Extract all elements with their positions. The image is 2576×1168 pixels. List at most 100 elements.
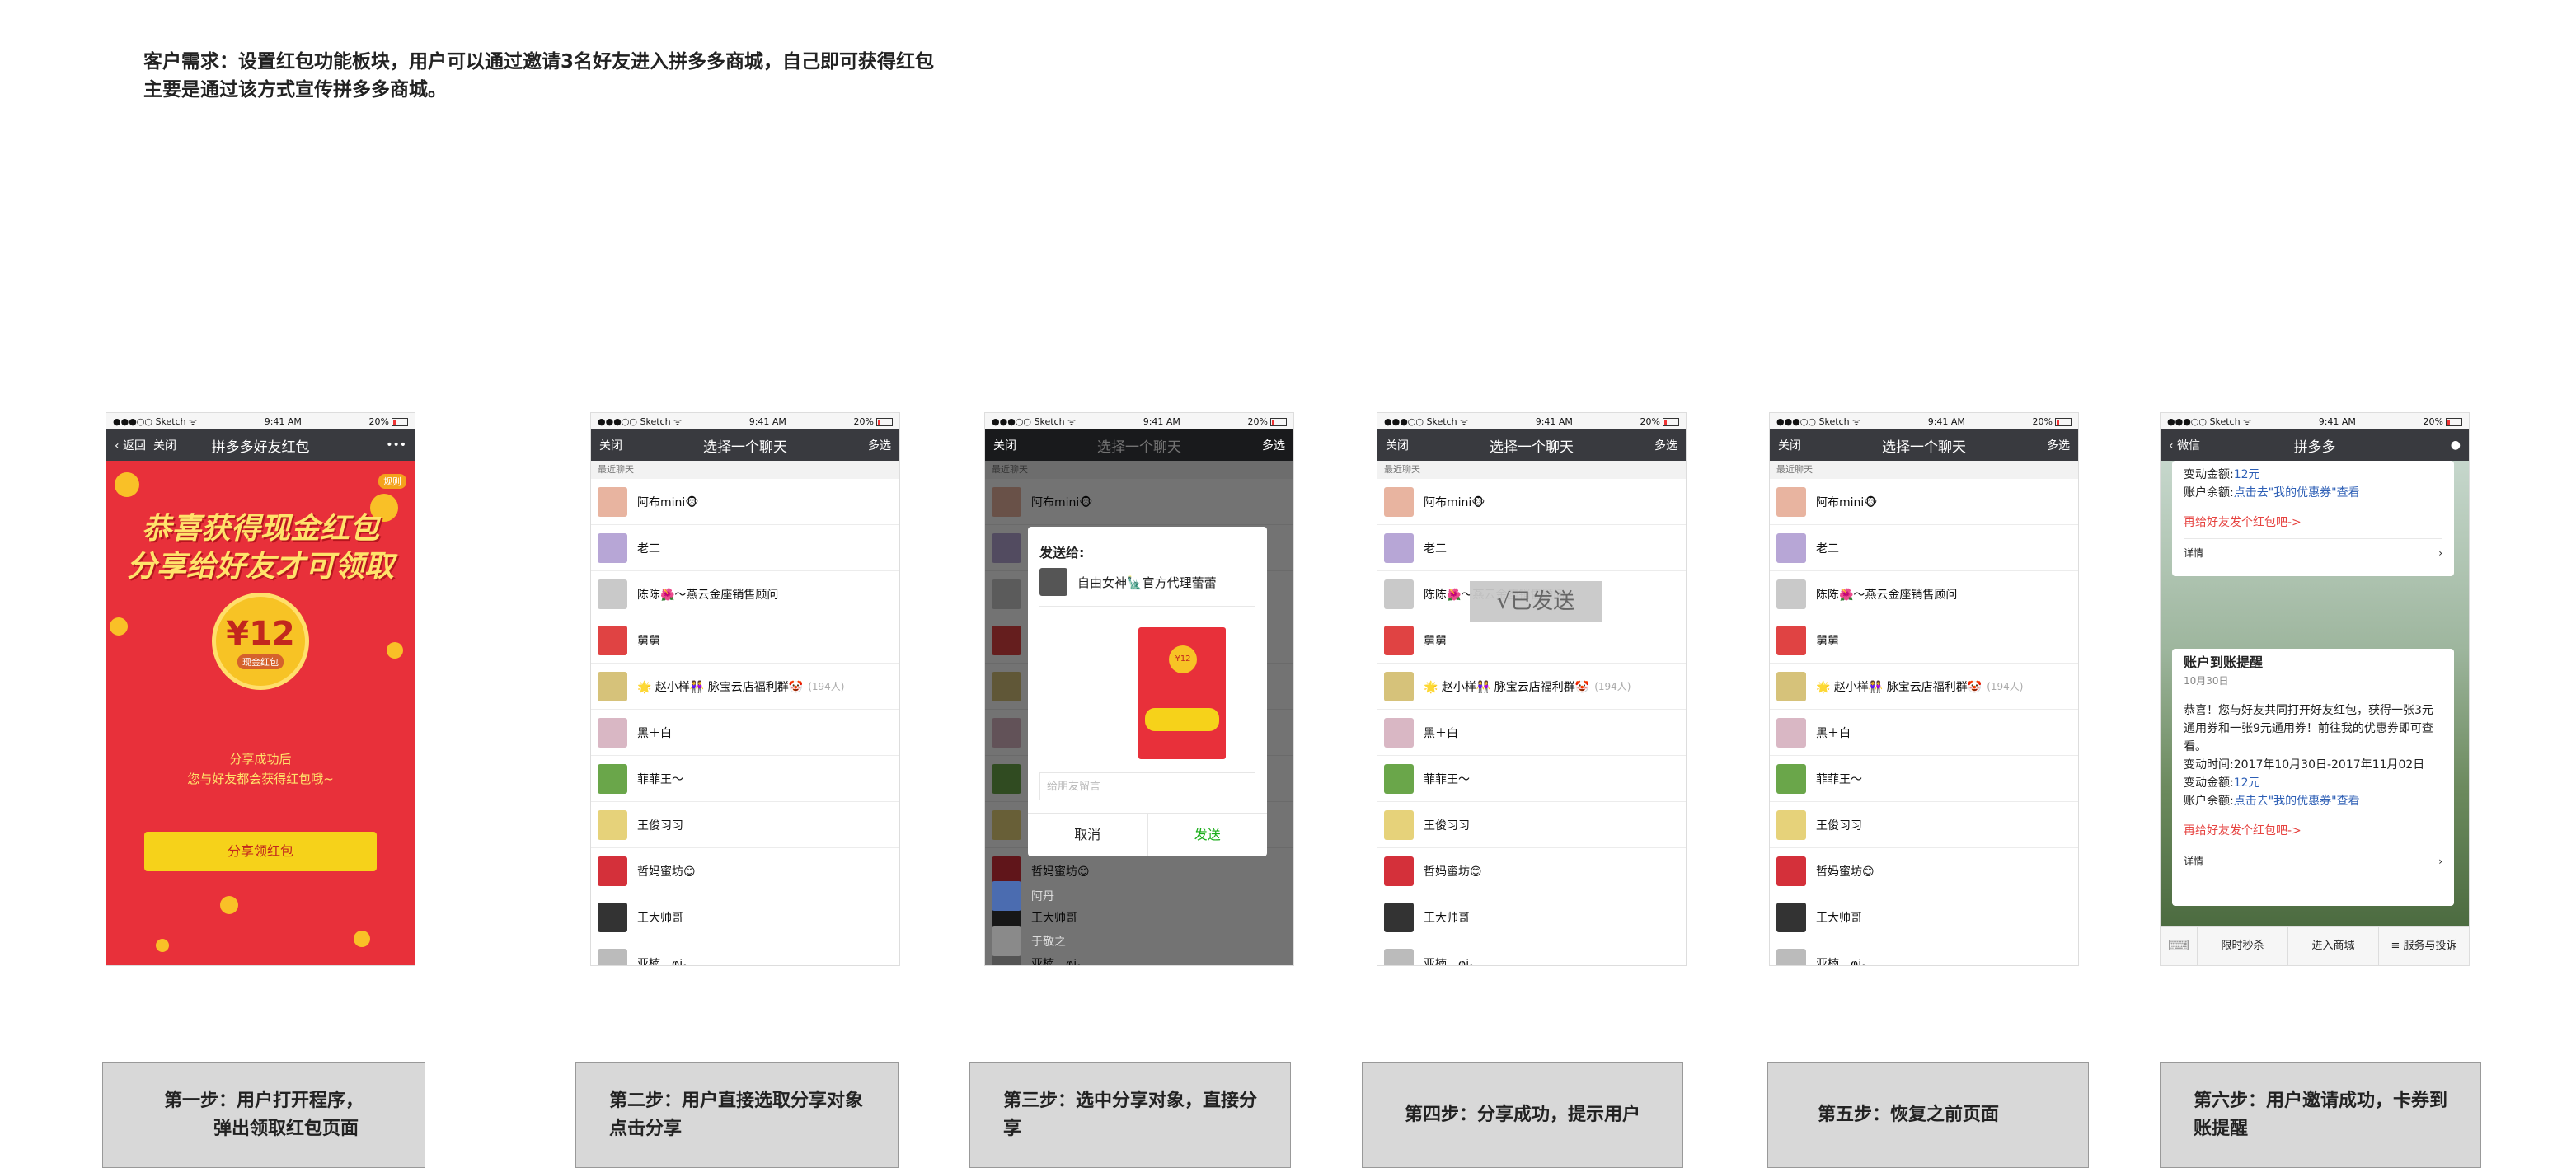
send-again-link[interactable]: 再给好友发个红包吧-> [2184,822,2442,840]
battery-icon [1662,417,1679,426]
chat-row[interactable]: 王俊习习 [1377,802,1686,848]
chat-row[interactable]: 阿布mini🐵 [591,479,899,525]
back-button[interactable]: ‹ 微信 [2169,437,2200,453]
chat-row[interactable]: 阿布mini🐵 [1770,479,2078,525]
chat-name: 哲妈蜜坊😊 [1424,865,1482,879]
recipient: 自由女神🗽官方代理蕾蕾 [1039,568,1255,607]
chat-row[interactable]: 阿丹 [985,873,1293,918]
chat-row[interactable]: 老二 [591,525,899,571]
chat-name: 陈陈🌺～燕云金座销售顾问 [637,588,779,602]
chat-row[interactable]: 黑＋白 [591,710,899,756]
caption-step6: 第六步：用户邀请成功，卡券到账提醒 [2160,1062,2481,1168]
chat-row[interactable]: 菲菲王～ [1377,756,1686,802]
chat-row[interactable]: 舅舅 [1770,617,2078,664]
multi-select-button[interactable]: 多选 [868,437,891,453]
detail-row[interactable]: 详情 › [2184,538,2442,562]
chat-row[interactable]: 王大帅哥 [1377,894,1686,940]
chat-row[interactable]: 王大帅哥 [591,894,899,940]
bottom-chats: 阿丹 于敬之 [985,873,1293,964]
avatar [598,763,627,794]
avatar [1384,763,1414,794]
avatar [1384,625,1414,655]
send-dialog: 发送给: 自由女神🗽官方代理蕾蕾 ¥12 给朋友留言 取消 发送 [1028,527,1267,856]
chat-row[interactable]: 陈陈🌺～燕云金座销售顾问 [1770,571,2078,617]
chat-row[interactable]: 老二 [1377,525,1686,571]
send-button[interactable]: 发送 [1148,814,1268,856]
chat-row[interactable]: 菲菲王～ [1770,756,2078,802]
close-button[interactable]: 关闭 [599,437,622,453]
back-button[interactable]: ‹ 返回 关闭 [115,437,176,453]
close-button[interactable]: 关闭 [993,437,1016,453]
avatar [598,948,627,965]
chat-row[interactable]: 舅舅 [591,617,899,664]
chat-list: 阿布mini🐵 老二陈陈🌺～燕云金座销售顾问舅舅 🌟 赵小样👭 脉宝云店福利群🤡 (1… [591,479,899,965]
carrier: ●●●○○ Sketch ᯤ [1384,415,1469,427]
chat-name: 陈陈🌺～燕云金座销售顾问 [1816,588,1958,602]
balance-line: 账户余额:点击去"我的优惠券"查看 [2184,486,2360,500]
chat-name: 黑＋白 [637,726,672,740]
chat-row[interactable]: 🌟 赵小样👭 脉宝云店福利群🤡 (194人) [1377,664,1686,710]
chat-row[interactable]: 菲菲王～ [591,756,899,802]
keyboard-icon[interactable]: ⌨ [2161,927,2197,965]
chat-row[interactable]: 黑＋白 [1770,710,2078,756]
chat-row[interactable]: 王俊习习 [591,802,899,848]
notice-card-main: 账户到账提醒 10月30日 恭喜！您与好友共同打开好友红包，获得一张3元通用券和… [2172,649,2454,906]
multi-select-button[interactable]: 多选 [2047,437,2070,453]
close-button[interactable]: 关闭 [153,439,176,453]
chat-row[interactable]: 哲妈蜜坊😊 [1770,848,2078,894]
avatar [992,880,1021,911]
chat-name: 亚楠、φi。 [1424,957,1481,966]
chat-row[interactable]: 哲妈蜜坊😊 [1377,848,1686,894]
clock: 9:41 AM [2318,415,2356,427]
chat-row[interactable]: 亚楠、φi。 [591,940,899,965]
carrier: ●●●○○ Sketch ᯤ [2167,415,2252,427]
chat-row[interactable]: 舅舅 [1377,617,1686,664]
avatar [1776,717,1806,748]
phone-step5: ●●●○○ Sketch ᯤ 9:41 AM 20% 关闭 选择一个聊天 多选 … [1769,412,2079,966]
chat-row[interactable]: 于敬之 [985,918,1293,964]
close-button[interactable]: 关闭 [1778,437,1801,453]
menu-service[interactable]: ≡ 服务与投诉 [2378,927,2469,965]
caption-step4: 第四步：分享成功，提示用户 [1362,1062,1683,1168]
avatar [1384,486,1414,517]
chat-row[interactable]: 王大帅哥 [1770,894,2078,940]
multi-select-button[interactable]: 多选 [1262,437,1285,453]
status-bar: ●●●○○ Sketch ᯤ 9:41 AM 20% [591,413,899,429]
coin-decoration [110,617,128,636]
chat-row[interactable]: 亚楠、φi。 [1770,940,2078,965]
chat-row[interactable]: 哲妈蜜坊😊 [591,848,899,894]
chat-row[interactable]: 阿布mini🐵 [1377,479,1686,525]
chat-row[interactable]: 黑＋白 [1377,710,1686,756]
send-again-link[interactable]: 再给好友发个红包吧-> [2184,514,2442,532]
menu-flash-sale[interactable]: 限时秒杀 [2197,927,2287,965]
message-input[interactable]: 给朋友留言 [1039,772,1255,800]
profile-icon[interactable]: ● [2451,439,2461,452]
chat-name: 王俊习习 [1816,819,1862,833]
close-button[interactable]: 关闭 [1386,437,1409,453]
more-icon[interactable]: ••• [386,439,406,452]
cancel-button[interactable]: 取消 [1028,814,1148,856]
chat-row[interactable]: 亚楠、φi。 [1377,940,1686,966]
notice-card-top: 变动金额:12元 账户余额:点击去"我的优惠券"查看 再给好友发个红包吧-> 详… [2172,461,2454,576]
multi-select-button[interactable]: 多选 [1654,437,1677,453]
avatar [1776,671,1806,701]
battery-indicator: 20% [1640,416,1679,427]
chat-row[interactable]: 🌟 赵小样👭 脉宝云店福利群🤡 (194人) [1770,664,2078,710]
avatar [1776,625,1806,655]
battery-indicator: 20% [854,416,893,427]
time-line: 变动时间:2017年10月30日-2017年11月02日 [2184,758,2425,772]
chat-name: 老二 [1424,542,1447,556]
chat-row[interactable]: 🌟 赵小样👭 脉宝云店福利群🤡 (194人) [591,664,899,710]
chat-row[interactable]: 老二 [1770,525,2078,571]
detail-row[interactable]: 详情 › [2184,847,2442,870]
rule-badge[interactable]: 规则 [378,474,406,489]
share-red-packet-button[interactable]: 分享领红包 [144,832,377,871]
member-count: (194人) [1987,681,2024,692]
menu-enter-mall[interactable]: 进入商城 [2287,927,2378,965]
nav-bar: 关闭 选择一个聊天 多选 [591,429,899,461]
chat-row[interactable]: 王俊习习 [1770,802,2078,848]
coin-decoration [156,939,169,952]
chat-row[interactable]: 陈陈🌺～燕云金座销售顾问 [591,571,899,617]
chat-name: 舅舅 [637,634,660,648]
phone-step6: ●●●○○ Sketch ᯤ 9:41 AM 20% ‹ 微信 拼多多 ● 变动… [2160,412,2470,966]
